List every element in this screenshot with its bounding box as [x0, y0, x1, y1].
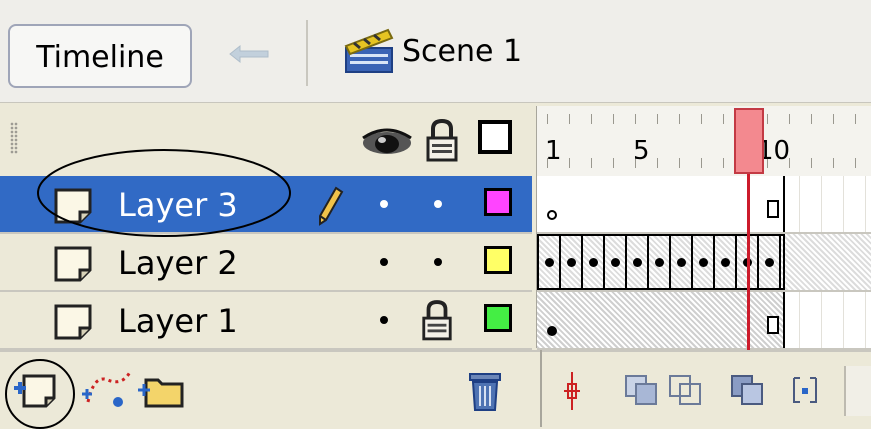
- keyframe[interactable]: [655, 258, 664, 267]
- ruler-tick: [723, 158, 724, 168]
- layer-row-1[interactable]: Layer 1: [0, 292, 532, 350]
- timeline-toolbar: Timeline Scene 1: [0, 0, 871, 103]
- ruler-label-5: 5: [633, 136, 650, 166]
- ruler-tick: [811, 114, 812, 124]
- arrow-left-icon[interactable]: [226, 42, 272, 66]
- layer-icon: [54, 246, 92, 282]
- keyframe[interactable]: [633, 258, 642, 267]
- ruler-tick: [701, 114, 702, 124]
- lock-dot[interactable]: [434, 258, 442, 266]
- playhead-line: [747, 174, 750, 366]
- outline-color-swatch[interactable]: [484, 246, 512, 274]
- frame-ruler[interactable]: 1 5 10: [536, 106, 871, 176]
- ruler-tick: [591, 114, 592, 124]
- keyframe[interactable]: [765, 258, 774, 267]
- keyframe[interactable]: [567, 258, 576, 267]
- keyframe[interactable]: [545, 258, 554, 267]
- highlight-ellipse: [37, 149, 291, 237]
- lock-icon[interactable]: [420, 298, 454, 342]
- edit-multiple-frames-icon[interactable]: [728, 372, 766, 408]
- frames-area[interactable]: [536, 176, 871, 350]
- eye-icon[interactable]: [360, 126, 414, 160]
- delete-layer-icon[interactable]: [466, 368, 504, 414]
- timeline-button[interactable]: Timeline: [8, 24, 192, 88]
- ruler-tick: [833, 114, 834, 124]
- ruler-label-1: 1: [545, 136, 562, 166]
- scene-label[interactable]: Scene 1: [402, 34, 522, 69]
- visibility-dot[interactable]: [380, 316, 388, 324]
- panel-grip[interactable]: [10, 122, 18, 154]
- ruler-tick: [855, 114, 856, 124]
- empty-keyframe[interactable]: [547, 210, 557, 220]
- add-motion-guide-icon[interactable]: [80, 366, 138, 412]
- layer-name[interactable]: Layer 2: [118, 244, 238, 282]
- frame-row-layer-2[interactable]: [537, 234, 871, 292]
- frame-row-layer-1[interactable]: [537, 292, 871, 350]
- ruler-tick: [569, 158, 570, 168]
- pencil-icon: [319, 186, 344, 226]
- center-frame-icon[interactable]: [560, 370, 584, 412]
- keyframe[interactable]: [677, 258, 686, 267]
- onion-skin-icon[interactable]: [622, 372, 660, 408]
- ruler-tick: [833, 158, 834, 168]
- layer-name[interactable]: Layer 1: [118, 302, 238, 340]
- keyframe[interactable]: [547, 326, 557, 336]
- visibility-dot[interactable]: [380, 200, 388, 208]
- ruler-tick: [701, 158, 702, 168]
- ruler-tick: [657, 158, 658, 168]
- ruler-tick: [569, 114, 570, 124]
- ruler-tick: [855, 158, 856, 168]
- lock-dot[interactable]: [434, 200, 442, 208]
- playhead[interactable]: [734, 108, 764, 174]
- bottom-toolbar: [0, 350, 871, 429]
- frame-row-layer-3[interactable]: [537, 176, 871, 234]
- highlight-ellipse: [5, 359, 75, 429]
- outline-color-swatch[interactable]: [484, 188, 512, 216]
- keyframe[interactable]: [699, 258, 708, 267]
- lock-icon[interactable]: [424, 118, 460, 162]
- toolbar-separator: [306, 20, 308, 86]
- ruler-tick: [679, 114, 680, 124]
- keyframe[interactable]: [721, 258, 730, 267]
- ruler-tick: [613, 158, 614, 168]
- layer-row-2[interactable]: Layer 2: [0, 234, 532, 292]
- ruler-tick: [789, 114, 790, 124]
- onion-skin-outlines-icon[interactable]: [666, 372, 704, 408]
- ruler-tick: [679, 158, 680, 168]
- toolbar-separator: [540, 350, 542, 427]
- modify-onion-markers-icon[interactable]: [790, 374, 820, 406]
- ruler-tick: [635, 114, 636, 124]
- ruler-tick: [811, 158, 812, 168]
- outline-icon[interactable]: [478, 120, 512, 154]
- ruler-tick: [591, 158, 592, 168]
- frame-rate-field[interactable]: [844, 366, 871, 416]
- ruler-tick: [657, 114, 658, 124]
- keyframe[interactable]: [589, 258, 598, 267]
- ruler-tick: [767, 114, 768, 124]
- keyframe[interactable]: [611, 258, 620, 267]
- frame-end-marker[interactable]: [767, 200, 779, 218]
- frame-end-marker[interactable]: [767, 316, 779, 334]
- ruler-tick: [613, 114, 614, 124]
- visibility-dot[interactable]: [380, 258, 388, 266]
- insert-folder-icon[interactable]: [136, 370, 186, 410]
- ruler-tick: [723, 114, 724, 124]
- outline-color-swatch[interactable]: [484, 304, 512, 332]
- clapperboard-icon[interactable]: [340, 26, 398, 76]
- layer-icon: [54, 304, 92, 340]
- ruler-tick: [547, 114, 548, 124]
